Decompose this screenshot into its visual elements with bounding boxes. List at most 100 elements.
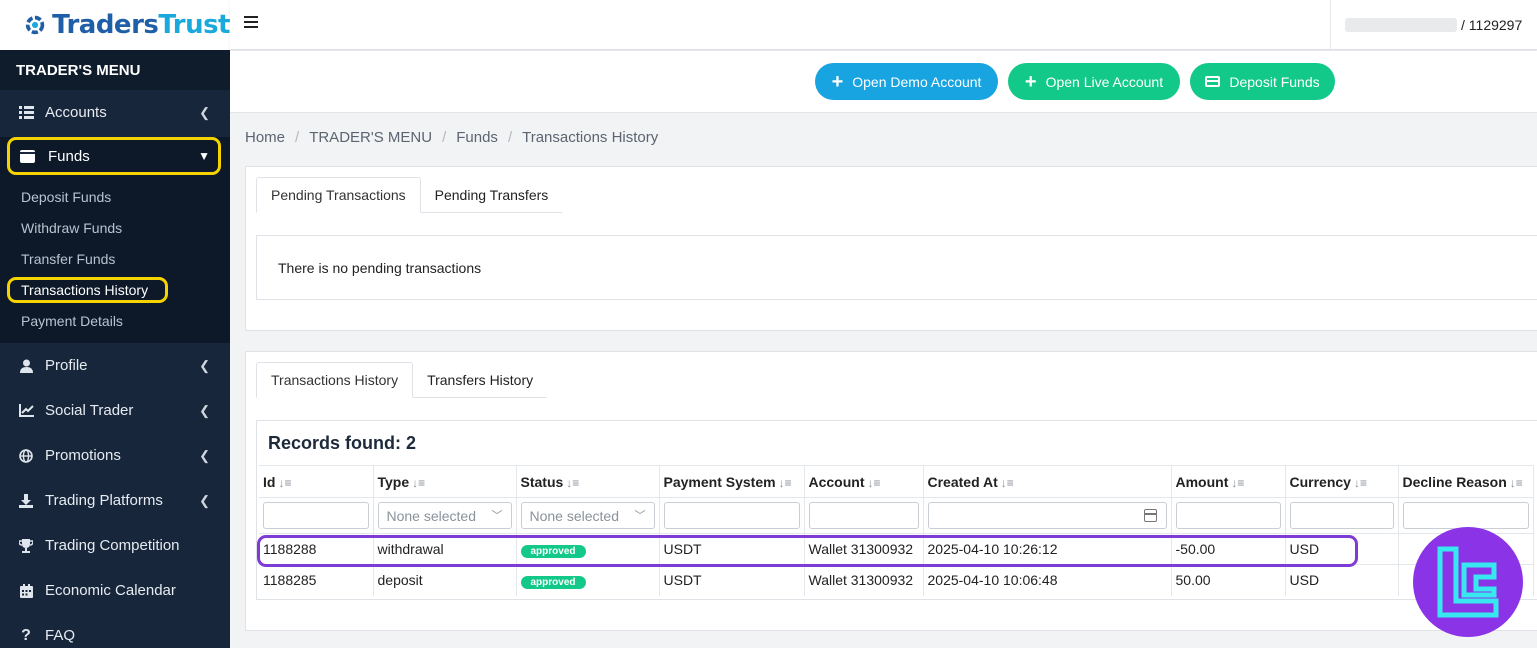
column-header-created-at[interactable]: Created At ↓≡ xyxy=(923,465,1172,498)
cell-amount: -50.00 xyxy=(1171,533,1286,565)
sidebar-item-label: Funds xyxy=(48,147,90,165)
sort-icon: ↓≡ xyxy=(1000,475,1014,490)
calendar-icon xyxy=(18,583,34,599)
column-header-account[interactable]: Account ↓≡ xyxy=(804,465,924,498)
table-row[interactable]: 1188285 deposit approved USDT Wallet 313… xyxy=(259,564,1534,596)
sort-icon: ↓≡ xyxy=(1231,475,1245,490)
filter-payment-system-input[interactable] xyxy=(663,502,800,529)
sidebar-subitem-payment-details[interactable]: Payment Details xyxy=(0,305,230,336)
filter-created-at-input[interactable] xyxy=(927,502,1167,529)
globe-icon xyxy=(18,448,34,464)
column-header-type[interactable]: Type ↓≡ xyxy=(373,465,517,498)
sidebar-subitem-transfer-funds[interactable]: Transfer Funds xyxy=(0,243,230,274)
chevron-down-icon: ▼ xyxy=(198,149,210,163)
filter-id-input[interactable] xyxy=(263,502,369,529)
sort-icon: ↓≡ xyxy=(412,475,426,490)
sidebar-item-trading-platforms[interactable]: Trading Platforms ❮ xyxy=(0,478,230,523)
action-bar: + Open Demo Account + Open Live Account … xyxy=(230,51,1537,113)
cell-payment-system: USDT xyxy=(659,564,805,596)
plus-icon: + xyxy=(1024,70,1037,93)
table-header-row: Id ↓≡ Type ↓≡ Status ↓≡ Payment System ↓≡ Ac… xyxy=(259,465,1534,498)
funds-group: Funds ▼ Deposit Funds Withdraw Funds Tra… xyxy=(0,137,230,343)
cell-type: deposit xyxy=(373,564,517,596)
download-icon xyxy=(18,493,34,509)
tab-transfers-history[interactable]: Transfers History xyxy=(413,362,548,398)
filter-account-input[interactable] xyxy=(808,502,919,529)
breadcrumb-traders-menu[interactable]: TRADER'S MENU xyxy=(309,129,432,146)
sidebar-item-promotions[interactable]: Promotions ❮ xyxy=(0,433,230,478)
filter-currency-input[interactable] xyxy=(1289,502,1394,529)
tab-pending-transfers[interactable]: Pending Transfers xyxy=(420,177,563,213)
pending-panel: Pending Transactions Pending Transfers T… xyxy=(245,166,1537,331)
chevron-left-icon: ❮ xyxy=(199,104,210,120)
column-header-amount[interactable]: Amount ↓≡ xyxy=(1171,465,1286,498)
sidebar-subitem-withdraw-funds[interactable]: Withdraw Funds xyxy=(0,212,230,243)
column-header-payment-system[interactable]: Payment System ↓≡ xyxy=(659,465,805,498)
column-header-id[interactable]: Id ↓≡ xyxy=(259,465,374,498)
button-label: Open Live Account xyxy=(1045,73,1164,90)
sort-icon: ↓≡ xyxy=(1509,475,1523,490)
filter-amount-input[interactable] xyxy=(1175,502,1281,529)
sidebar-item-label: Promotions xyxy=(45,447,121,464)
watermark-logo-icon xyxy=(1437,546,1499,618)
tab-pending-transactions[interactable]: Pending Transactions xyxy=(256,177,421,213)
table-row[interactable]: 1188288 withdrawal approved USDT Wallet … xyxy=(259,533,1534,565)
breadcrumb-current: Transactions History xyxy=(522,129,659,146)
sidebar-item-profile[interactable]: Profile ❮ xyxy=(0,343,230,388)
column-header-currency[interactable]: Currency ↓≡ xyxy=(1285,465,1399,498)
cell-currency: USD xyxy=(1285,533,1399,565)
user-account-box[interactable]: / 1129297 xyxy=(1330,0,1537,50)
logo[interactable]: TradersTrust xyxy=(0,0,230,50)
menu-title: TRADER'S MENU xyxy=(0,50,230,90)
hamburger-menu-icon[interactable] xyxy=(244,16,258,30)
filter-type-select[interactable]: None selected ﹀ xyxy=(377,502,512,529)
chevron-left-icon: ❮ xyxy=(199,402,210,418)
records-count: Records found: 2 xyxy=(268,433,417,453)
history-panel: Transactions History Transfers History R… xyxy=(245,351,1537,631)
breadcrumb-separator: / xyxy=(507,129,513,146)
sidebar-item-social-trader[interactable]: Social Trader ❮ xyxy=(0,388,230,433)
sidebar-subitem-transactions-history[interactable]: Transactions History xyxy=(7,276,169,303)
cell-id: 1188288 xyxy=(259,533,374,565)
user-icon xyxy=(18,358,34,374)
pending-empty-message: There is no pending transactions xyxy=(256,235,1537,300)
sidebar-item-label: Social Trader xyxy=(45,402,134,419)
deposit-funds-button[interactable]: Deposit Funds xyxy=(1190,63,1335,100)
table-filter-row: None selected ﹀ None selected ﹀ xyxy=(259,497,1534,534)
credit-card-icon xyxy=(1205,76,1221,87)
sidebar-item-accounts[interactable]: Accounts ❮ xyxy=(0,90,230,135)
breadcrumb: Home / TRADER'S MENU / Funds / Transacti… xyxy=(245,129,658,146)
list-icon xyxy=(18,105,34,121)
logo-text: TradersTrust xyxy=(52,10,230,40)
breadcrumb-home[interactable]: Home xyxy=(245,129,285,146)
sidebar-subitem-deposit-funds[interactable]: Deposit Funds xyxy=(0,181,230,212)
sidebar-item-funds[interactable]: Funds ▼ xyxy=(7,137,221,175)
sidebar-item-label: Accounts xyxy=(45,104,107,121)
pending-tabs: Pending Transactions Pending Transfers xyxy=(256,177,563,213)
sort-icon: ↓≡ xyxy=(778,475,792,490)
sidebar-item-label: Trading Competition xyxy=(45,537,180,554)
sidebar-item-label: Economic Calendar xyxy=(45,582,176,599)
breadcrumb-funds[interactable]: Funds xyxy=(456,129,498,146)
open-demo-account-button[interactable]: + Open Demo Account xyxy=(815,63,998,100)
cell-amount: 50.00 xyxy=(1171,564,1286,596)
sidebar-item-economic-calendar[interactable]: Economic Calendar xyxy=(0,568,230,613)
filter-status-select[interactable]: None selected ﹀ xyxy=(520,502,655,529)
sort-icon: ↓≡ xyxy=(278,475,292,490)
chevron-left-icon: ❮ xyxy=(199,357,210,373)
sort-icon: ↓≡ xyxy=(1353,475,1367,490)
open-live-account-button[interactable]: + Open Live Account xyxy=(1008,63,1180,100)
sidebar-item-label: Profile xyxy=(45,357,88,374)
sidebar-item-faq[interactable]: ? FAQ xyxy=(0,613,230,648)
chevron-left-icon: ❮ xyxy=(199,447,210,463)
tab-transactions-history[interactable]: Transactions History xyxy=(256,362,414,398)
sidebar-item-label: FAQ xyxy=(45,627,76,644)
question-icon: ? xyxy=(21,626,31,644)
sidebar-item-trading-competition[interactable]: Trading Competition xyxy=(0,523,230,568)
cell-created-at: 2025-04-10 10:06:48 xyxy=(923,564,1172,596)
column-header-status[interactable]: Status ↓≡ xyxy=(516,465,660,498)
filter-decline-reason-input[interactable] xyxy=(1402,502,1529,529)
calendar-icon[interactable] xyxy=(1143,509,1157,522)
transactions-table: Id ↓≡ Type ↓≡ Status ↓≡ Payment System ↓≡ Ac… xyxy=(259,465,1534,596)
column-header-decline-reason[interactable]: Decline Reason ↓≡ xyxy=(1398,465,1534,498)
